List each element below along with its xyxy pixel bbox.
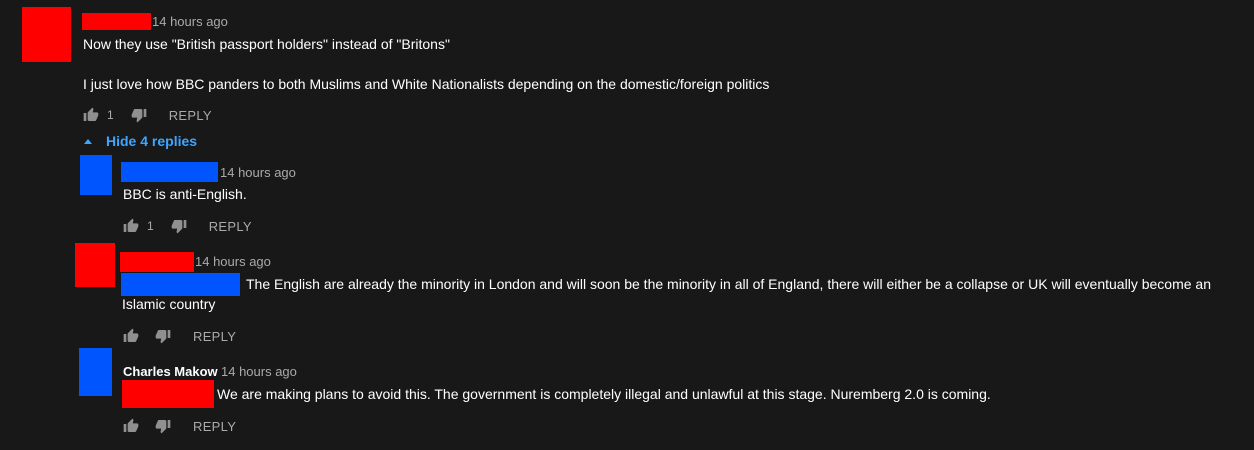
comment-timestamp[interactable]: 14 hours ago [152,14,228,29]
avatar[interactable] [22,7,71,62]
like-count: 1 [107,108,114,122]
reply-text: BBC is anti-English. [123,186,247,202]
hide-replies-button[interactable]: Hide 4 replies [84,133,197,149]
author-name-redacted[interactable] [82,13,151,30]
reply-actions: REPLY [123,326,236,346]
reply-button[interactable]: REPLY [193,419,236,434]
thumbs-down-icon[interactable] [171,218,187,234]
comment-text-line-1: Now they use "British passport holders" … [83,36,450,52]
comment-actions: 1 REPLY [83,105,212,125]
reply-text-line-1: The English are already the minority in … [246,276,1211,292]
reply-button[interactable]: REPLY [193,329,236,344]
avatar[interactable] [80,155,112,195]
reply-actions: REPLY [123,416,236,436]
reply-author[interactable]: Charles Makow [123,364,218,379]
reply-button[interactable]: REPLY [169,108,212,123]
thumbs-up-icon[interactable] [123,418,139,434]
thumbs-up-icon[interactable] [123,218,139,234]
like-count: 1 [147,219,154,233]
comment-text-line-2: I just love how BBC panders to both Musl… [83,76,770,92]
mention-redacted[interactable] [122,380,214,408]
thumbs-down-icon[interactable] [155,418,171,434]
avatar[interactable] [79,348,112,396]
avatar[interactable] [75,243,115,287]
caret-up-icon [84,138,92,144]
reply-timestamp[interactable]: 14 hours ago [220,165,296,180]
mention-redacted[interactable] [121,273,240,296]
hide-replies-label: Hide 4 replies [106,133,198,149]
author-name-redacted[interactable] [120,252,194,272]
thumbs-down-icon[interactable] [131,107,147,123]
reply-text: We are making plans to avoid this. The g… [217,386,991,402]
thumbs-up-icon[interactable] [83,107,99,123]
reply-button[interactable]: REPLY [209,219,252,234]
reply-timestamp[interactable]: 14 hours ago [221,364,297,379]
thumbs-up-icon[interactable] [123,328,139,344]
reply-timestamp[interactable]: 14 hours ago [195,254,271,269]
thumbs-down-icon[interactable] [155,328,171,344]
reply-actions: 1 REPLY [123,216,252,236]
author-name-redacted[interactable] [121,162,218,182]
reply-text-line-2: Islamic country [122,296,216,312]
